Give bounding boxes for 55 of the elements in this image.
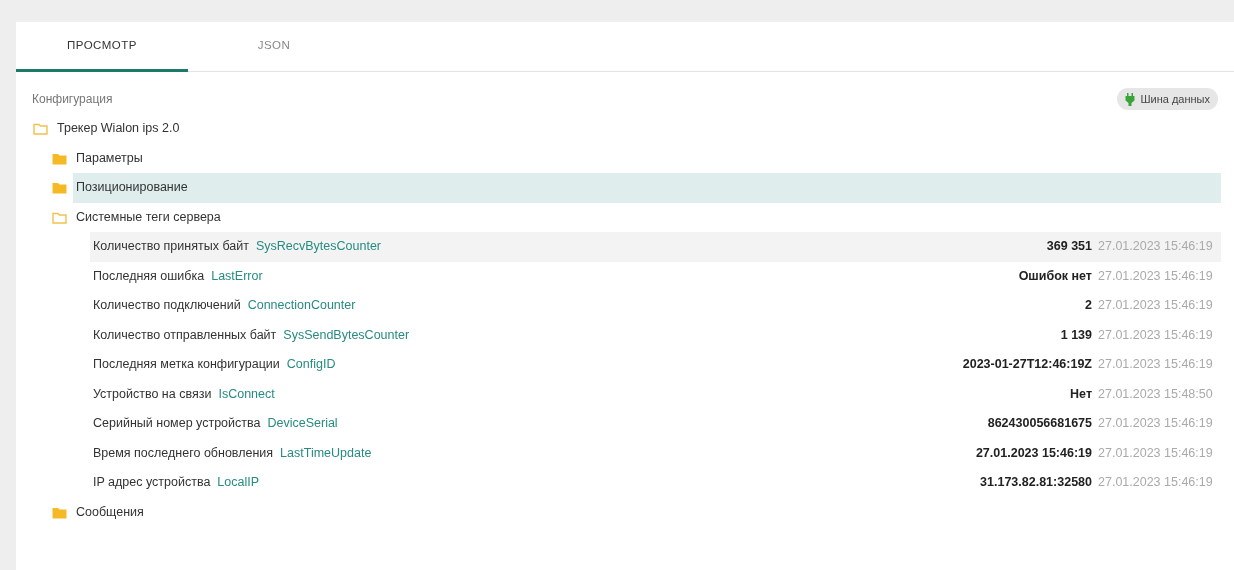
tag-label: Устройство на связи [93, 385, 212, 403]
tag-row[interactable]: Количество отправленных байт SysSendBytesCounter 1 139 27.01.2023 15:46:19 [90, 320, 1221, 350]
tag-name: DeviceSerial [267, 415, 338, 433]
tag-label: Время последнего обновления [93, 444, 274, 462]
tag-value: 369 351 [1046, 238, 1092, 256]
tag-value: Нет [1070, 385, 1092, 403]
tree-item[interactable]: Параметры [73, 143, 1221, 173]
tag-name: ConfigID [286, 356, 336, 374]
timestamp: 27.01.2023 15:46:19 [1098, 444, 1214, 462]
tag-row[interactable]: Серийный номер устройства DeviceSerial 862430056681675 27.01.2023 15:46:19 [90, 409, 1221, 439]
tag-value: Ошибок нет [1018, 267, 1092, 285]
tag-name: SysSendBytesCounter [283, 326, 410, 344]
tag-name: IsConnect [218, 385, 275, 403]
tag-value: 2023-01-27T12:46:19Z [962, 356, 1092, 374]
tree-item[interactable]: Сообщения [73, 497, 1221, 527]
timestamp: 27.01.2023 15:46:19 [1098, 297, 1214, 315]
tag-label: Последняя метка конфигурации [93, 356, 280, 374]
tag-value: 31.173.82.81:32580 [980, 474, 1092, 492]
tag-name: SysRecvBytesCounter [255, 238, 381, 256]
tag-label: IP адрес устройства [93, 474, 211, 492]
tag-label: Количество подключений [93, 297, 241, 315]
tag-row[interactable]: Количество принятых байт SysRecvBytesCounter 369 351 27.01.2023 15:46:19 [90, 232, 1221, 262]
tag-label: Серийный номер устройства [93, 415, 261, 433]
timestamp: 27.01.2023 15:46:19 [1098, 267, 1214, 285]
tag-value: 862430056681675 [987, 415, 1092, 433]
tag-row[interactable]: Устройство на связи IsConnect Нет 27.01.2023 15:48:50 [90, 379, 1221, 409]
tree-item[interactable]: Позиционирование [73, 173, 1221, 203]
tag-value: 1 139 [1060, 326, 1092, 344]
tree-item[interactable]: Трекер Wialon ips 2.0 [54, 114, 1221, 144]
timestamp: 27.01.2023 15:46:19 [1098, 238, 1214, 256]
tag-name: LastError [211, 267, 263, 285]
tag-label: Количество отправленных байт [93, 326, 277, 344]
section-title: Конфигурация [32, 91, 113, 108]
tag-name: LocalIP [217, 474, 260, 492]
tag-label: Количество принятых байт [93, 238, 249, 256]
tab[interactable]: ПРОСМОТР [16, 22, 188, 72]
tag-name: ConnectionCounter [247, 297, 356, 315]
tag-row[interactable]: Последняя метка конфигурации ConfigID 2023-01-27T12:46:19Z 27.01.2023 15:46:19 [90, 350, 1221, 380]
timestamp: 27.01.2023 15:46:19 [1098, 356, 1214, 374]
tag-row[interactable]: Последняя ошибка LastError Ошибок нет 27.01.2023 15:46:19 [90, 261, 1221, 291]
timestamp: 27.01.2023 15:48:50 [1098, 385, 1214, 403]
tree-item[interactable]: Системные теги сервера [73, 202, 1221, 232]
plug-icon [1125, 92, 1136, 106]
tag-label: Последняя ошибка [93, 267, 205, 285]
timestamp: 27.01.2023 15:46:19 [1098, 326, 1214, 344]
tag-name: LastTimeUpdate [280, 444, 372, 462]
tab[interactable]: JSON [188, 22, 360, 72]
tag-row[interactable]: Время последнего обновления LastTimeUpdate 27.01.2023 15:46:19 27.01.2023 15:46:19 [90, 438, 1221, 468]
data-bus-button[interactable]: Шина данных [1117, 87, 1218, 111]
tag-row[interactable]: IP адрес устройства LocalIP 31.173.82.81:32580 27.01.2023 15:46:19 [90, 468, 1221, 498]
timestamp: 27.01.2023 15:46:19 [1098, 474, 1214, 492]
tag-value: 27.01.2023 15:46:19 [975, 444, 1092, 462]
tag-value: 2 [1085, 297, 1092, 315]
tag-row[interactable]: Количество подключений ConnectionCounter 2 27.01.2023 15:46:19 [90, 291, 1221, 321]
timestamp: 27.01.2023 15:46:19 [1098, 415, 1214, 433]
